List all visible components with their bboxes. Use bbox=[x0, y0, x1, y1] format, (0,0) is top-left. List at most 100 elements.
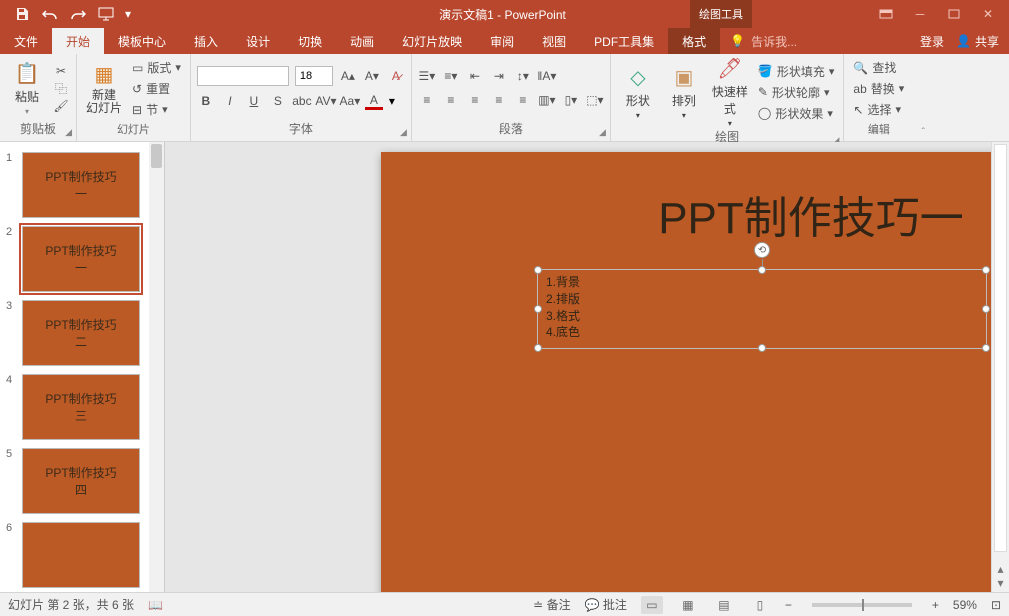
shadow-button[interactable]: abc bbox=[293, 92, 311, 110]
new-slide-button[interactable]: ▦ 新建 幻灯片 bbox=[83, 62, 125, 115]
reading-view-button[interactable]: ▤ bbox=[713, 596, 735, 614]
notes-toggle[interactable]: ≐ 备注 bbox=[533, 596, 570, 613]
login-link[interactable]: 登录 bbox=[920, 33, 944, 50]
resize-handle-s[interactable] bbox=[758, 344, 766, 352]
scrollbar-thumb[interactable] bbox=[994, 144, 1007, 552]
bullets-button[interactable]: ☰▾ bbox=[418, 67, 436, 85]
comments-toggle[interactable]: 💬 批注 bbox=[585, 596, 627, 613]
sorter-view-button[interactable]: ▦ bbox=[677, 596, 699, 614]
font-color-button[interactable]: A bbox=[365, 92, 383, 110]
font-size-combo[interactable] bbox=[295, 66, 333, 86]
slide-thumbnail-4[interactable]: 4PPT制作技巧 三 bbox=[0, 370, 164, 444]
resize-handle-e[interactable] bbox=[982, 305, 990, 313]
resize-handle-ne[interactable] bbox=[982, 266, 990, 274]
tab-insert[interactable]: 插入 bbox=[180, 28, 232, 54]
resize-handle-se[interactable] bbox=[982, 344, 990, 352]
bold-button[interactable]: B bbox=[197, 92, 215, 110]
tell-me-search[interactable]: 💡 告诉我... bbox=[720, 28, 920, 54]
qat-slideshow-button[interactable] bbox=[92, 0, 120, 28]
decrease-indent-button[interactable]: ⇤ bbox=[466, 67, 484, 85]
tab-transition[interactable]: 切换 bbox=[284, 28, 336, 54]
qat-undo-button[interactable] bbox=[36, 0, 64, 28]
maximize-button[interactable] bbox=[937, 0, 971, 28]
qat-customize-dropdown[interactable]: ▾ bbox=[120, 0, 136, 28]
shape-outline-button[interactable]: ✎形状轮廓 ▾ bbox=[755, 83, 838, 102]
next-slide-button[interactable]: ▾ bbox=[992, 576, 1009, 590]
select-button[interactable]: ↖选择 ▾ bbox=[850, 100, 904, 119]
resize-handle-w[interactable] bbox=[534, 305, 542, 313]
tab-file[interactable]: 文件 bbox=[0, 28, 52, 54]
increase-indent-button[interactable]: ⇥ bbox=[490, 67, 508, 85]
tab-home[interactable]: 开始 bbox=[52, 28, 104, 54]
section-button[interactable]: ⊟节 ▾ bbox=[129, 100, 184, 119]
fit-to-window-button[interactable]: ⊡ bbox=[991, 598, 1001, 612]
cut-button[interactable]: ✂ bbox=[52, 64, 70, 78]
decrease-font-button[interactable]: A▾ bbox=[363, 67, 381, 85]
smartart-button[interactable]: ⬚▾ bbox=[586, 91, 604, 109]
collapse-ribbon-button[interactable]: ˆ bbox=[913, 54, 933, 141]
resize-handle-sw[interactable] bbox=[534, 344, 542, 352]
resize-handle-nw[interactable] bbox=[534, 266, 542, 274]
align-center-button[interactable]: ≡ bbox=[442, 91, 460, 109]
tab-pdf[interactable]: PDF工具集 bbox=[580, 28, 668, 54]
selected-textbox[interactable]: ⟲ 1.背景2.排版3.格式4.底色 bbox=[537, 269, 987, 349]
vertical-scrollbar[interactable]: ▴▾ bbox=[991, 142, 1009, 592]
font-name-combo[interactable] bbox=[197, 66, 289, 86]
slide-canvas[interactable]: PPT制作技巧一 ⟲ 1.背景2.排版3.格式4.底色 bbox=[381, 152, 1009, 592]
reset-button[interactable]: ↺重置 bbox=[129, 79, 184, 98]
tab-view[interactable]: 视图 bbox=[528, 28, 580, 54]
resize-handle-n[interactable] bbox=[758, 266, 766, 274]
tab-review[interactable]: 审阅 bbox=[476, 28, 528, 54]
font-dialog-launcher[interactable]: ◢ bbox=[400, 127, 407, 138]
italic-button[interactable]: I bbox=[221, 92, 239, 110]
spellcheck-icon[interactable]: 📖 bbox=[148, 598, 163, 612]
align-left-button[interactable]: ≡ bbox=[418, 91, 436, 109]
text-direction-button[interactable]: ‖A▾ bbox=[538, 67, 556, 85]
paragraph-dialog-launcher[interactable]: ◢ bbox=[599, 127, 606, 138]
slide-thumbnail-6[interactable]: 6 bbox=[0, 518, 164, 592]
zoom-slider[interactable] bbox=[812, 603, 912, 607]
char-spacing-button[interactable]: AV▾ bbox=[317, 92, 335, 110]
align-right-button[interactable]: ≡ bbox=[466, 91, 484, 109]
underline-button[interactable]: U bbox=[245, 92, 263, 110]
shapes-button[interactable]: ◇形状▾ bbox=[617, 65, 659, 120]
tab-format[interactable]: 格式 bbox=[668, 28, 720, 54]
qat-redo-button[interactable] bbox=[64, 0, 92, 28]
shape-effects-button[interactable]: ◯形状效果 ▾ bbox=[755, 104, 838, 123]
close-button[interactable]: ✕ bbox=[971, 0, 1005, 28]
align-text-button[interactable]: ▯▾ bbox=[562, 91, 580, 109]
slide-thumbnail-1[interactable]: 1PPT制作技巧 一 bbox=[0, 148, 164, 222]
zoom-in-button[interactable]: + bbox=[932, 598, 939, 612]
normal-view-button[interactable]: ▭ bbox=[641, 596, 663, 614]
quick-styles-button[interactable]: 🖊快速样式▾ bbox=[709, 56, 751, 128]
arrange-button[interactable]: ▣排列▾ bbox=[663, 65, 705, 120]
tab-animation[interactable]: 动画 bbox=[336, 28, 388, 54]
numbering-button[interactable]: ≡▾ bbox=[442, 67, 460, 85]
rotation-handle[interactable]: ⟲ bbox=[754, 242, 770, 258]
zoom-percent[interactable]: 59% bbox=[953, 598, 977, 612]
format-painter-button[interactable]: 🖌 bbox=[52, 99, 70, 113]
replace-button[interactable]: ab替换 ▾ bbox=[850, 79, 907, 98]
slide-thumbnail-5[interactable]: 5PPT制作技巧 四 bbox=[0, 444, 164, 518]
columns-button[interactable]: ▥▾ bbox=[538, 91, 556, 109]
copy-button[interactable]: ⿻ bbox=[52, 80, 70, 97]
textbox-content[interactable]: 1.背景2.排版3.格式4.底色 bbox=[538, 270, 986, 345]
increase-font-button[interactable]: A▴ bbox=[339, 67, 357, 85]
line-spacing-button[interactable]: ↕▾ bbox=[514, 67, 532, 85]
tab-template[interactable]: 模板中心 bbox=[104, 28, 180, 54]
prev-slide-button[interactable]: ▴ bbox=[992, 562, 1009, 576]
find-button[interactable]: 🔍查找 bbox=[850, 58, 899, 77]
tab-design[interactable]: 设计 bbox=[232, 28, 284, 54]
slide-thumbnail-2[interactable]: 2PPT制作技巧 一 bbox=[0, 222, 164, 296]
zoom-out-button[interactable]: − bbox=[785, 598, 792, 612]
thumbnail-scrollbar[interactable] bbox=[149, 142, 164, 592]
change-case-button[interactable]: Aa▾ bbox=[341, 92, 359, 110]
clipboard-dialog-launcher[interactable]: ◢ bbox=[65, 127, 72, 138]
clear-format-button[interactable]: A̷ bbox=[387, 67, 405, 85]
slide-thumbnail-3[interactable]: 3PPT制作技巧 二 bbox=[0, 296, 164, 370]
slideshow-view-button[interactable]: ▯ bbox=[749, 596, 771, 614]
strikethrough-button[interactable]: S bbox=[269, 92, 287, 110]
ribbon-display-button[interactable] bbox=[869, 0, 903, 28]
share-button[interactable]: 👤共享 bbox=[956, 33, 999, 50]
slide-title-placeholder[interactable]: PPT制作技巧一 bbox=[581, 182, 1009, 246]
